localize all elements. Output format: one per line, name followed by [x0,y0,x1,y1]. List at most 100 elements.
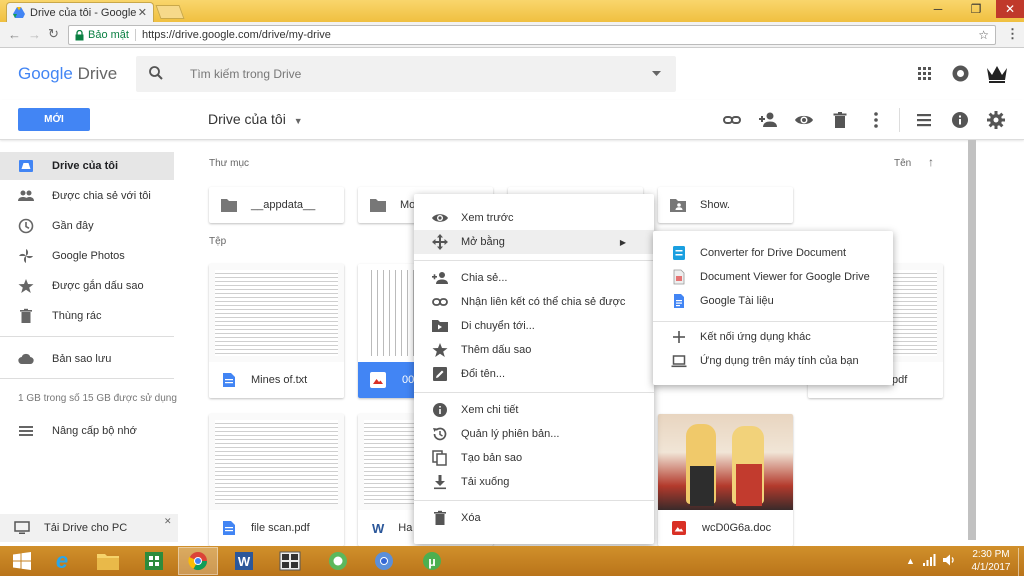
volume-icon[interactable] [942,553,956,567]
download-drive-promo[interactable]: Tải Drive cho PC ✕ [0,514,178,542]
submenu-item-document-viewer[interactable]: Document Viewer for Google Drive [653,265,893,289]
menu-divider [414,500,654,501]
url-text[interactable]: https://drive.google.com/drive/my-drive [142,29,331,41]
windows-logo-icon [13,552,31,570]
new-tab-button[interactable] [155,5,185,19]
taskbar-unikey[interactable] [270,547,310,575]
google-drive-logo[interactable]: Google Drive [18,64,117,84]
submenu-item-google-docs[interactable]: Google Tài liệu [653,289,893,313]
submenu-item-desktop-app[interactable]: Ứng dụng trên máy tính của bạn [653,349,893,373]
people-icon [18,190,34,201]
link-icon [432,298,448,306]
menu-item-manage-versions[interactable]: Quản lý phiên bản... [414,422,654,446]
tray-up-arrow-icon[interactable]: ▲ [906,556,915,566]
account-avatar[interactable] [986,64,1008,84]
notifications-icon[interactable] [952,65,969,82]
maximize-icon[interactable]: ❐ [962,0,990,18]
trash-icon[interactable] [830,110,850,130]
file-thumbnail [209,264,344,362]
sidebar-item-google-photos[interactable]: Google Photos [0,242,174,270]
settings-gear-icon[interactable] [986,110,1006,130]
file-name: wcD0G6a.doc [702,522,772,534]
taskbar-chrome-secondary[interactable] [364,547,404,575]
toolbar-divider [899,108,900,132]
menu-item-download[interactable]: Tải xuống [414,470,654,494]
browser-menu-icon[interactable]: ⋮ [1006,26,1019,42]
menu-item-rename[interactable]: Đổi tên... [414,362,654,386]
bookmark-star-icon[interactable]: ☆ [978,28,989,42]
menu-item-make-copy[interactable]: Tạo bản sao [414,446,654,470]
sidebar-item-label: Được chia sẻ với tôi [52,190,151,202]
shared-folder-item[interactable]: Show. [658,187,793,223]
pdf-file-icon [223,521,235,535]
sidebar-item-my-drive[interactable]: Drive của tôi [0,152,174,180]
browser-tab[interactable]: Drive của tôi - Google D ✕ [6,2,154,22]
taskbar-file-explorer[interactable] [88,547,128,575]
reload-icon[interactable]: ↻ [48,26,59,42]
scrollbar[interactable] [968,140,976,540]
file-card[interactable]: Mines of.txt [209,264,344,398]
folder-item[interactable]: __appdata__ [209,187,344,223]
back-arrow-icon[interactable]: ← [8,27,21,42]
submenu-item-converter[interactable]: Converter for Drive Document [653,241,893,265]
sidebar-item-backups[interactable]: Bản sao lưu [0,345,174,373]
add-person-icon[interactable] [758,110,778,130]
minimize-icon[interactable]: ─ [924,0,952,18]
apps-grid-icon[interactable] [918,67,931,80]
sort-direction-arrow-icon[interactable]: ↑ [928,155,934,169]
menu-item-share[interactable]: Chia sẻ... [414,266,654,290]
tab-close-icon[interactable]: ✕ [138,6,147,19]
close-window-icon[interactable]: ✕ [996,0,1024,18]
sidebar-item-starred[interactable]: Được gắn dấu sao [0,272,174,300]
files-heading: Tệp [209,236,227,247]
address-bar[interactable]: Bảo mật https://drive.google.com/drive/m… [68,25,996,45]
star-icon [18,279,34,293]
taskbar-internet-explorer[interactable]: e [42,547,82,575]
sidebar-item-label: Drive của tôi [52,160,119,172]
taskbar-store[interactable] [134,547,174,575]
menu-item-open-with[interactable]: Mở bằng ▶ [414,230,654,254]
submenu-item-connect-more-apps[interactable]: Kết nối ứng dụng khác [653,325,893,349]
close-promo-icon[interactable]: ✕ [164,516,172,527]
sidebar-item-label: Google Photos [52,250,125,262]
svg-text:µ: µ [428,554,436,569]
lock-icon [75,29,84,40]
menu-item-add-star[interactable]: Thêm dấu sao [414,338,654,362]
menu-item-delete[interactable]: Xóa [414,506,654,530]
link-icon[interactable] [722,110,742,130]
sidebar-item-shared-with-me[interactable]: Được chia sẻ với tôi [0,182,174,210]
menu-item-move-to[interactable]: Di chuyển tới... [414,314,654,338]
info-icon[interactable] [950,110,970,130]
more-actions-icon[interactable] [866,110,886,130]
search-options-caret-icon[interactable] [652,71,661,76]
taskbar-chrome[interactable] [178,547,218,575]
menu-item-view-details[interactable]: Xem chi tiết [414,398,654,422]
system-clock[interactable]: 2:30 PM 4/1/2017 [965,548,1017,574]
folder-name: __appdata__ [251,199,316,211]
search-icon[interactable] [149,66,163,80]
sidebar-item-recent[interactable]: Gần đây [0,212,174,240]
menu-item-get-link[interactable]: Nhận liên kết có thể chia sẻ được [414,290,654,314]
search-input[interactable]: Tìm kiếm trong Drive [190,67,301,81]
preview-eye-icon[interactable] [794,110,814,130]
new-button[interactable]: MỚI [18,108,90,131]
menu-item-preview[interactable]: Xem trước [414,206,654,230]
folder-name: Mo [400,199,416,211]
show-desktop-button[interactable] [1018,548,1024,576]
drive-favicon-icon [13,7,25,18]
list-view-icon[interactable] [914,110,934,130]
move-arrows-icon [432,234,448,250]
file-card[interactable]: file scan.pdf [209,414,344,546]
taskbar-word[interactable]: W [224,547,264,575]
taskbar-utorrent[interactable]: µ [412,547,452,575]
sort-by-name[interactable]: Tên [894,158,911,169]
converter-app-icon [673,246,685,260]
network-signal-icon[interactable] [922,553,936,567]
windows-start-button[interactable] [2,547,42,575]
upgrade-storage-link[interactable]: Nâng cấp bộ nhớ [0,417,174,445]
my-drive-dropdown[interactable]: Drive của tôi ▼ [208,111,303,127]
sidebar-item-trash[interactable]: Thùng rác [0,302,174,330]
forward-arrow-icon[interactable]: → [28,27,41,42]
file-card[interactable]: wcD0G6a.doc [658,414,793,546]
taskbar-coccoc[interactable] [318,547,358,575]
